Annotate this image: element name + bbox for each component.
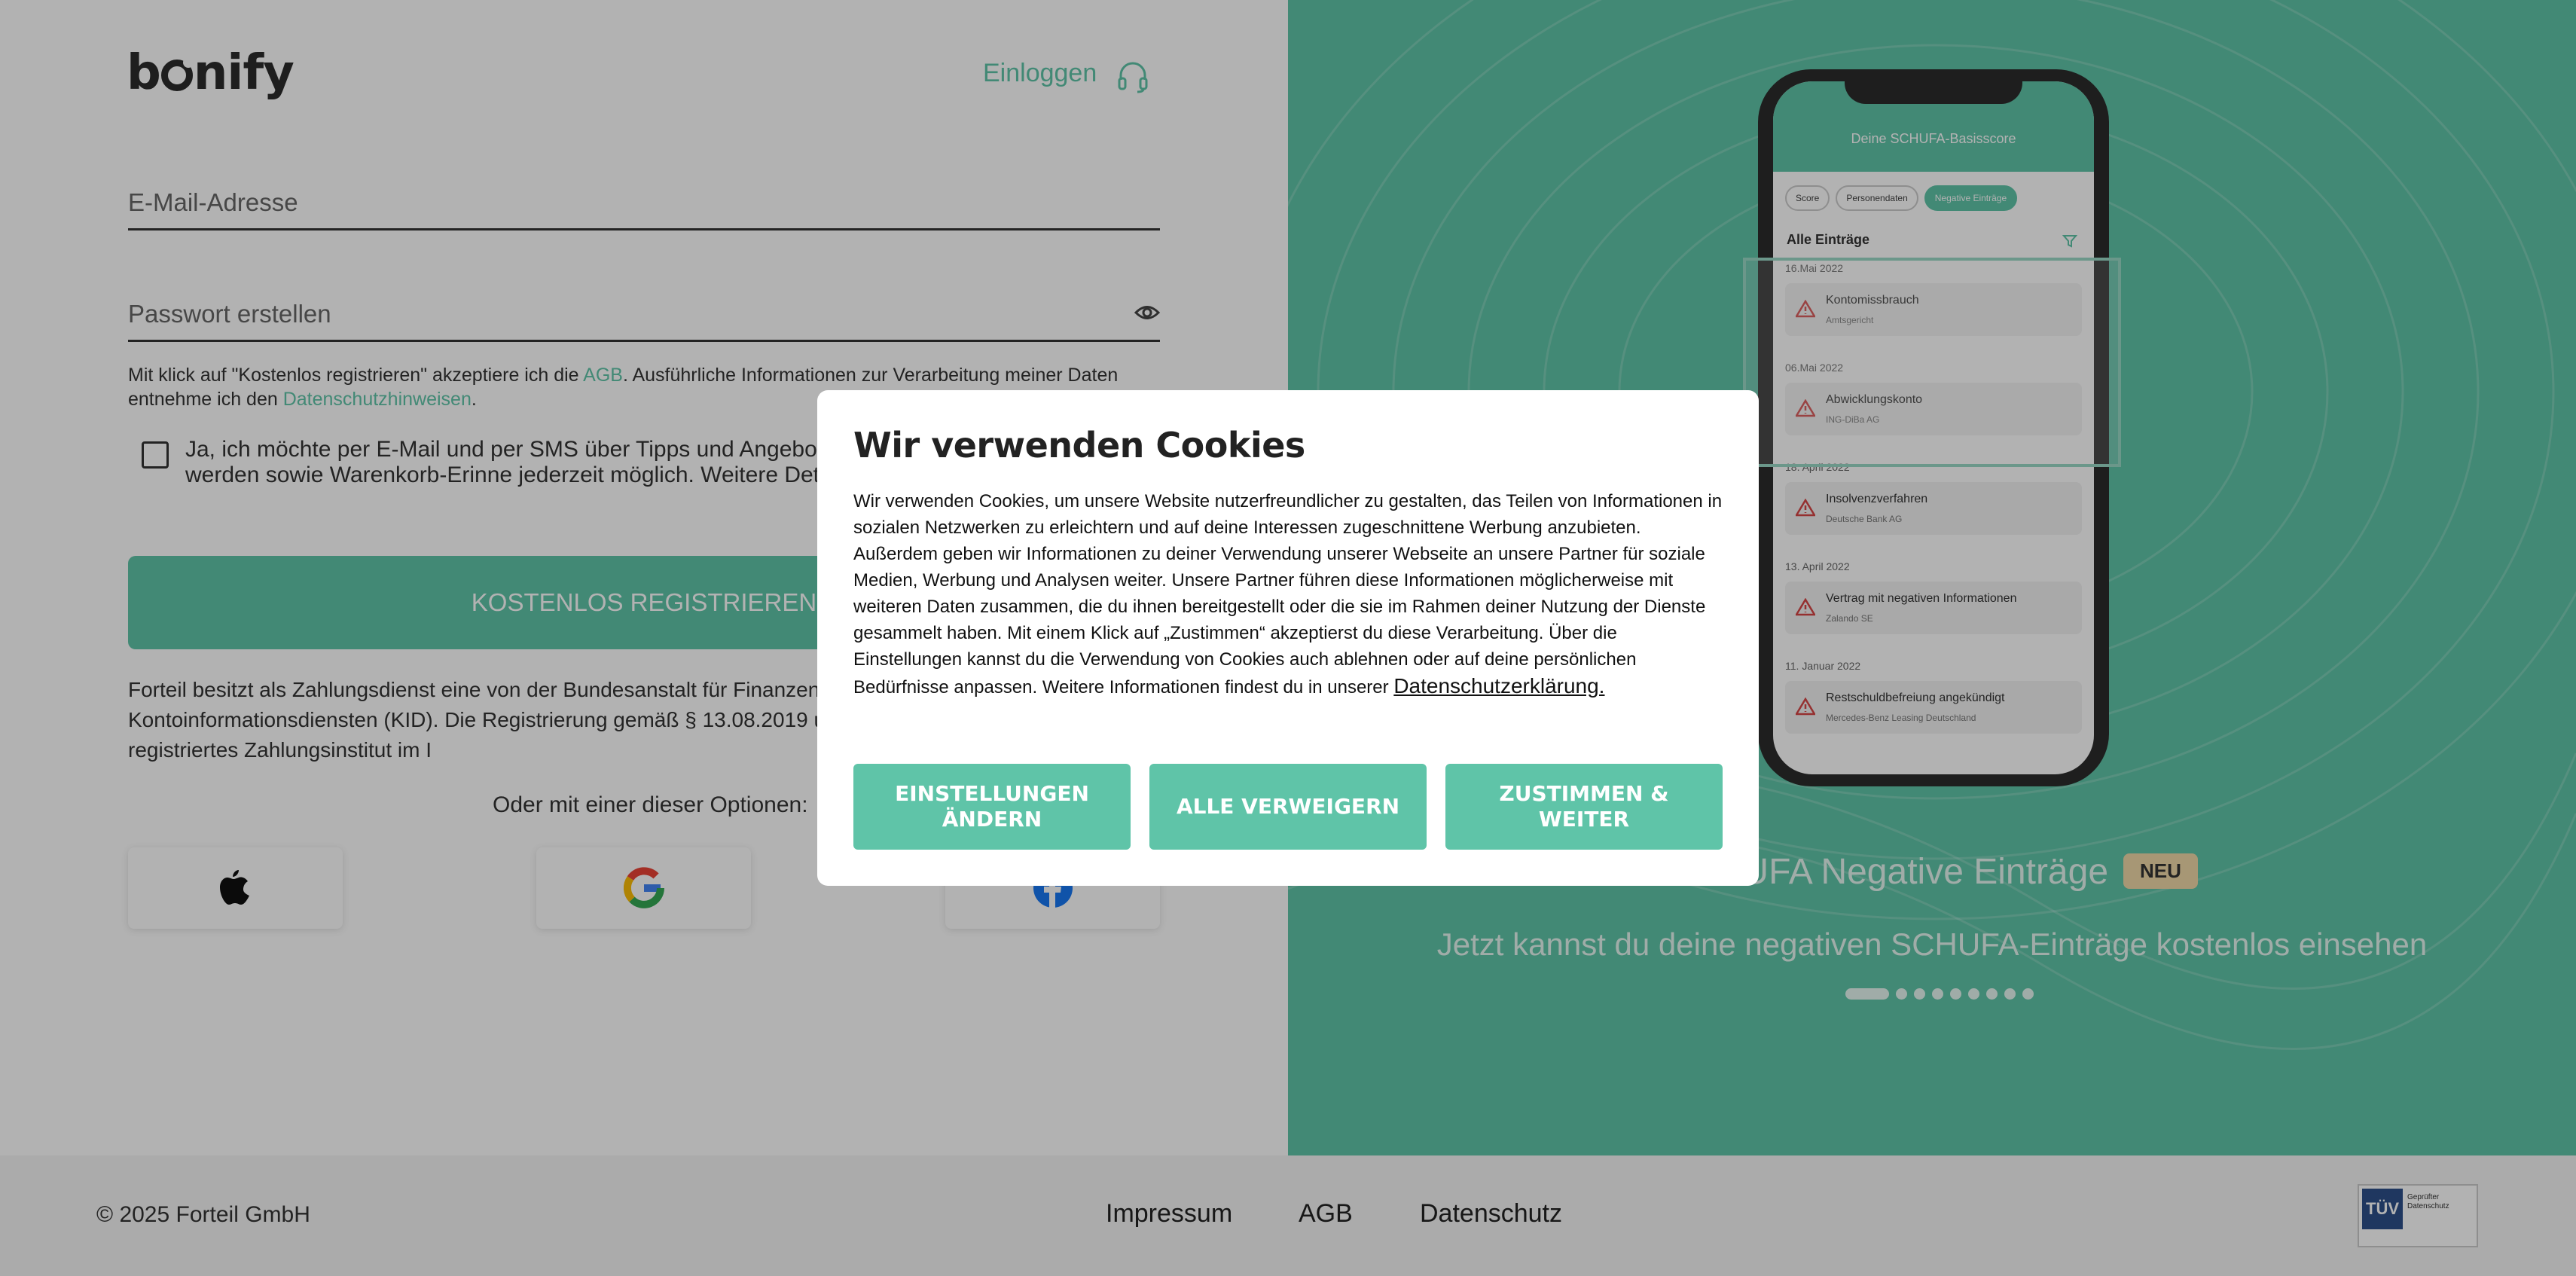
cookie-accept-button[interactable]: Zustimmen & weiter (1445, 764, 1723, 850)
cookie-dialog-actions: Einstellungen ändern Alle verweigern Zus… (853, 764, 1723, 850)
cookie-dialog-title: Wir verwenden Cookies (853, 425, 1305, 466)
cookie-settings-button[interactable]: Einstellungen ändern (853, 764, 1131, 850)
cookie-consent-dialog: Wir verwenden Cookies Wir verwenden Cook… (817, 390, 1759, 886)
privacy-policy-link[interactable]: Datenschutzerklärung. (1393, 674, 1604, 698)
cookie-deny-all-button[interactable]: Alle verweigern (1149, 764, 1427, 850)
cookie-dialog-text: Wir verwenden Cookies, um unsere Website… (853, 488, 1727, 701)
cookie-body-text: Wir verwenden Cookies, um unsere Website… (853, 491, 1723, 698)
